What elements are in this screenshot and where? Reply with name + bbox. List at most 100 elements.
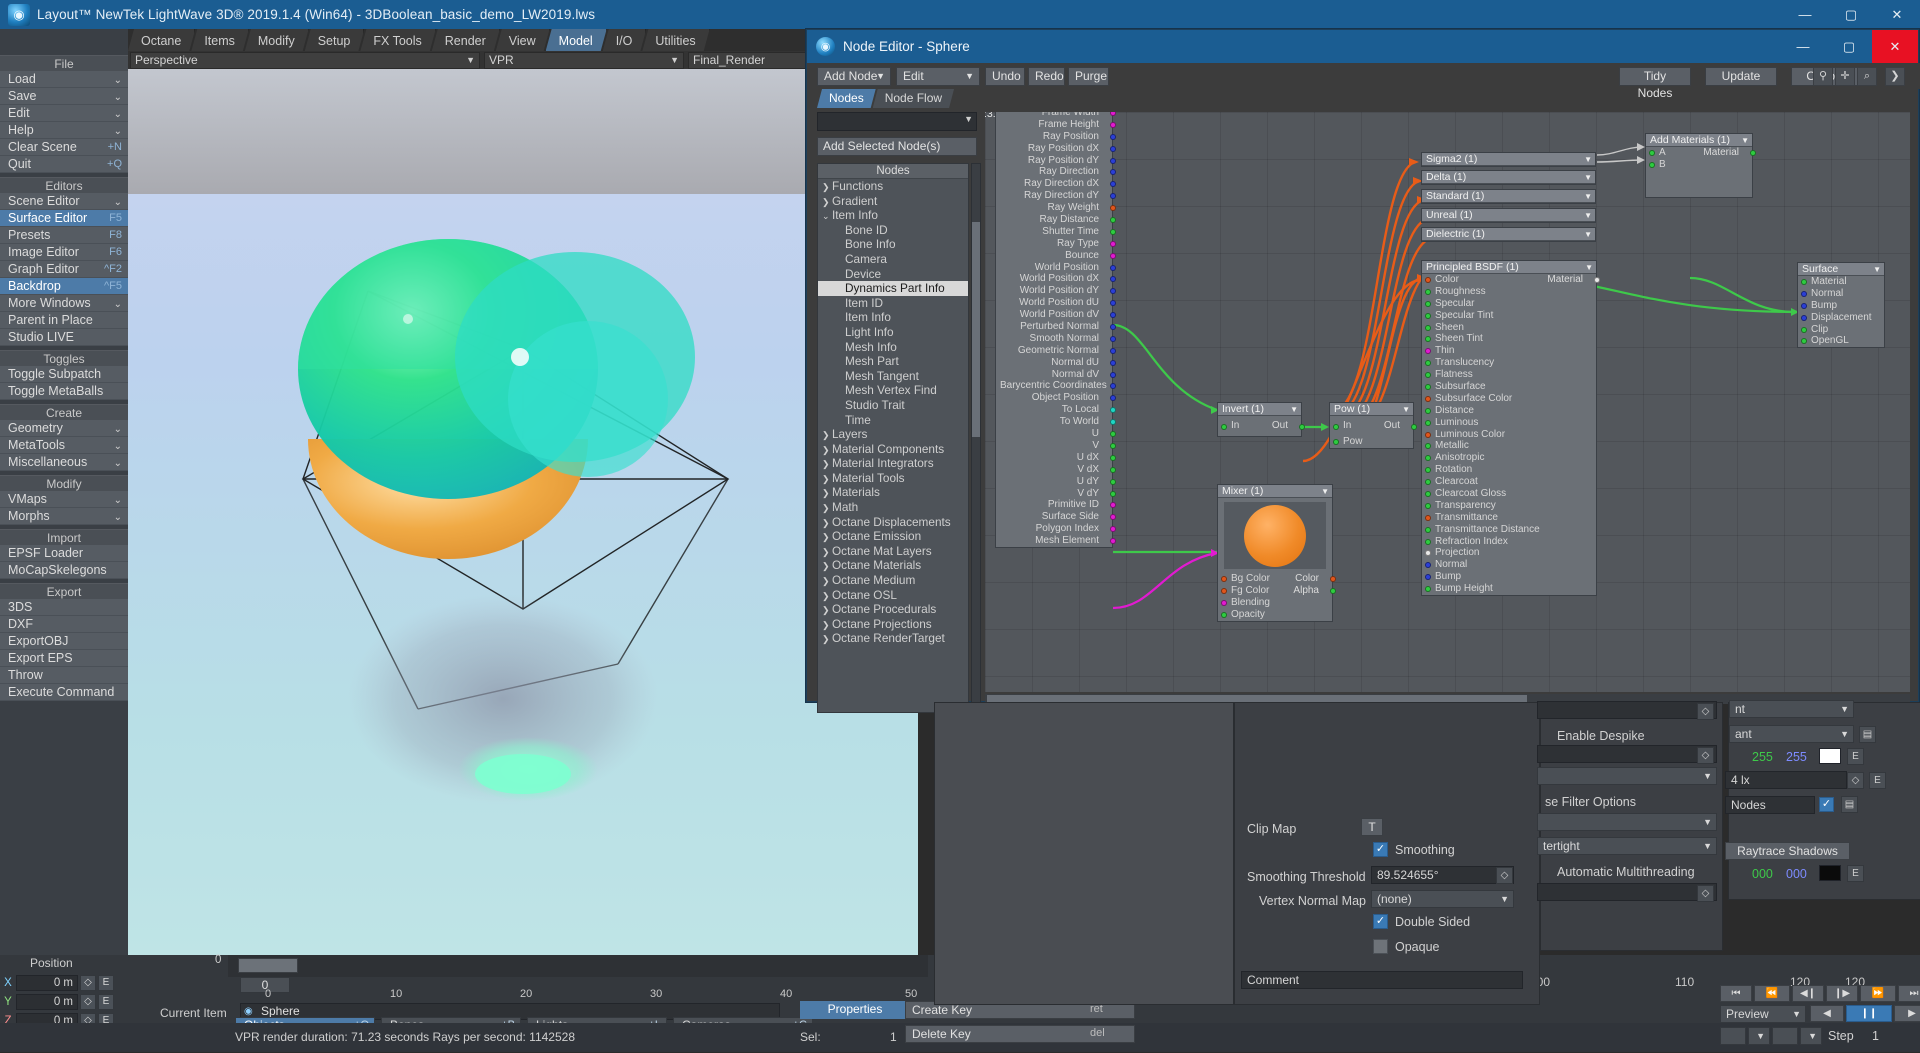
node-surface-input-row[interactable]: OpenGL bbox=[1798, 335, 1884, 347]
node-list-item-item-info[interactable]: Item Info bbox=[818, 310, 968, 325]
sidebar-item-graph-editor[interactable]: Graph Editor ^F2 bbox=[0, 261, 128, 278]
smoothing-checkbox[interactable]: ✓ bbox=[1373, 842, 1388, 857]
comment-field[interactable]: Comment bbox=[1241, 971, 1523, 989]
close-button[interactable]: ✕ bbox=[1874, 0, 1920, 29]
axis-value-field[interactable]: 0 m bbox=[16, 993, 78, 1010]
node-input-row[interactable]: Flatness bbox=[1422, 369, 1596, 381]
node-list-item-time[interactable]: Time bbox=[818, 413, 968, 428]
node-search-input[interactable]: ▼ bbox=[817, 112, 977, 131]
node-dielectric-title[interactable]: Dielectric (1) ▼ bbox=[1422, 228, 1595, 241]
light-nodes-checkbox[interactable]: ✓ bbox=[1819, 797, 1834, 812]
node-list-item-octane-rendertarget[interactable]: ❯ Octane RenderTarget bbox=[818, 631, 968, 646]
envelope-icon[interactable]: ◇ bbox=[1496, 867, 1513, 884]
node-list-item-layers[interactable]: ❯ Layers bbox=[818, 427, 968, 442]
port-in-dot[interactable] bbox=[1425, 348, 1431, 355]
port-in-dot[interactable] bbox=[1649, 150, 1655, 156]
sidebar-item-clear-scene[interactable]: Clear Scene +N bbox=[0, 139, 128, 156]
node-input-row[interactable]: Sheen bbox=[1422, 322, 1596, 334]
node-standard[interactable]: Standard (1) ▼ bbox=[1421, 189, 1596, 204]
port-in-dot[interactable] bbox=[1221, 587, 1227, 594]
light-dropdown-2[interactable]: ant ▼ bbox=[1729, 725, 1854, 743]
node-list-item-octane-procedurals[interactable]: ❯ Octane Procedurals bbox=[818, 602, 968, 617]
transport-mode-2[interactable]: ▼ bbox=[1748, 1027, 1770, 1045]
ne-maximize-button[interactable]: ▢ bbox=[1826, 30, 1872, 63]
chevron-right-icon[interactable]: ❯ bbox=[822, 428, 832, 442]
node-unreal[interactable]: Unreal (1) ▼ bbox=[1421, 208, 1596, 223]
viewport-render-dropdown[interactable]: VPR ▼ bbox=[484, 51, 684, 69]
sidebar-item-surface-editor[interactable]: Surface Editor F5 bbox=[0, 210, 128, 227]
node-output-row[interactable]: Ray Position dY bbox=[996, 155, 1116, 167]
port-in-dot[interactable] bbox=[1425, 300, 1431, 307]
sidebar-item-toggle-metaballs[interactable]: Toggle MetaBalls bbox=[0, 383, 128, 400]
port-out-dot[interactable] bbox=[1299, 424, 1305, 430]
port-out-dot[interactable] bbox=[1110, 252, 1116, 259]
port-in-dot[interactable] bbox=[1425, 479, 1431, 486]
port-in-dot[interactable] bbox=[1649, 161, 1655, 168]
port-out-dot[interactable] bbox=[1110, 490, 1116, 497]
sidebar-item-throw[interactable]: Throw bbox=[0, 667, 128, 684]
node-list-item-octane-medium[interactable]: ❯ Octane Medium bbox=[818, 573, 968, 588]
sidebar-item-morphs[interactable]: Morphs ⌄ bbox=[0, 508, 128, 525]
render-field-2[interactable] bbox=[1537, 745, 1717, 763]
sidebar-item-vmaps[interactable]: VMaps ⌄ bbox=[0, 491, 128, 508]
node-input-row[interactable]: Clearcoat bbox=[1422, 476, 1596, 488]
sidebar-item-dxf[interactable]: DXF bbox=[0, 616, 128, 633]
light-dropdown-1[interactable]: nt ▼ bbox=[1729, 700, 1854, 718]
menu-tab-i-o[interactable]: I/O bbox=[603, 29, 647, 51]
node-list-item-device[interactable]: Device bbox=[818, 267, 968, 282]
add-node-dropdown[interactable]: Add Node ▼ bbox=[817, 67, 891, 86]
minimize-button[interactable]: — bbox=[1782, 0, 1828, 29]
port-in-dot[interactable] bbox=[1333, 424, 1339, 430]
redo-button[interactable]: Redo bbox=[1028, 67, 1065, 86]
node-output-row[interactable]: Frame Width bbox=[996, 112, 1116, 119]
port-in-dot[interactable] bbox=[1425, 395, 1431, 402]
envelope-icon[interactable]: ◇ bbox=[80, 974, 96, 991]
port-in-dot[interactable] bbox=[1801, 279, 1807, 285]
node-input-row[interactable]: Subsurface bbox=[1422, 381, 1596, 393]
node-output-row[interactable]: To Local bbox=[996, 404, 1116, 416]
port-in-dot[interactable] bbox=[1425, 514, 1431, 521]
port-in-dot[interactable] bbox=[1425, 526, 1431, 533]
node-list-item-gradient[interactable]: ❯ Gradient bbox=[818, 194, 968, 209]
node-input-row[interactable]: Specular bbox=[1422, 298, 1596, 310]
node-delta[interactable]: Delta (1) ▼ bbox=[1421, 170, 1596, 185]
node-input-row[interactable]: Thin bbox=[1422, 345, 1596, 357]
port-out-dot[interactable] bbox=[1110, 371, 1116, 378]
clipboard-icon[interactable]: ▤ bbox=[1859, 726, 1876, 743]
port-out-dot[interactable] bbox=[1110, 324, 1116, 331]
envelope-icon[interactable]: ◇ bbox=[80, 993, 96, 1010]
port-out-dot[interactable] bbox=[1750, 150, 1756, 156]
node-sigma2[interactable]: Sigma2 (1) ▼ bbox=[1421, 152, 1596, 167]
node-input-row[interactable]: Luminous bbox=[1422, 417, 1596, 429]
port-out-dot[interactable] bbox=[1110, 478, 1116, 485]
chevron-right-icon[interactable]: ❯ bbox=[822, 530, 832, 544]
envelope-icon[interactable]: ◇ bbox=[1697, 703, 1714, 720]
port-out-dot[interactable] bbox=[1110, 145, 1116, 152]
viewport-view-dropdown[interactable]: Perspective ▼ bbox=[130, 51, 480, 69]
menu-tab-render[interactable]: Render bbox=[432, 29, 500, 51]
menu-tab-fx-tools[interactable]: FX Tools bbox=[360, 29, 435, 51]
timeline[interactable] bbox=[228, 955, 928, 977]
node-pow-title[interactable]: Pow (1) ▼ bbox=[1330, 403, 1413, 416]
node-input-row[interactable]: Anisotropic bbox=[1422, 452, 1596, 464]
transport-mode-1[interactable] bbox=[1720, 1027, 1746, 1045]
node-mixer-row-blending[interactable]: Blending bbox=[1218, 597, 1332, 609]
chevron-right-icon[interactable]: ❯ bbox=[822, 603, 832, 617]
port-in-dot[interactable] bbox=[1425, 455, 1431, 462]
port-in-dot[interactable] bbox=[1425, 467, 1431, 474]
light-nodes-field[interactable]: Nodes bbox=[1725, 796, 1815, 814]
chevron-right-icon[interactable]: ❯ bbox=[822, 632, 832, 646]
e-icon[interactable]: E bbox=[98, 993, 114, 1010]
node-list-item-octane-materials[interactable]: ❯ Octane Materials bbox=[818, 558, 968, 573]
port-out-dot[interactable] bbox=[1110, 442, 1116, 449]
clip-map-button[interactable]: T bbox=[1361, 818, 1383, 836]
node-list-item-camera[interactable]: Camera bbox=[818, 252, 968, 267]
node-list-item-octane-projections[interactable]: ❯ Octane Projections bbox=[818, 617, 968, 632]
port-in-dot[interactable] bbox=[1425, 550, 1431, 557]
node-list-scrollbar[interactable] bbox=[971, 163, 981, 713]
menu-tab-items[interactable]: Items bbox=[191, 29, 249, 51]
transport-mode-3[interactable] bbox=[1772, 1027, 1798, 1045]
node-list-item-dynamics-part-info[interactable]: Dynamics Part Info bbox=[818, 281, 968, 296]
next-key-button[interactable]: ⏩ bbox=[1860, 985, 1896, 1002]
node-list-item-bone-id[interactable]: Bone ID bbox=[818, 223, 968, 238]
